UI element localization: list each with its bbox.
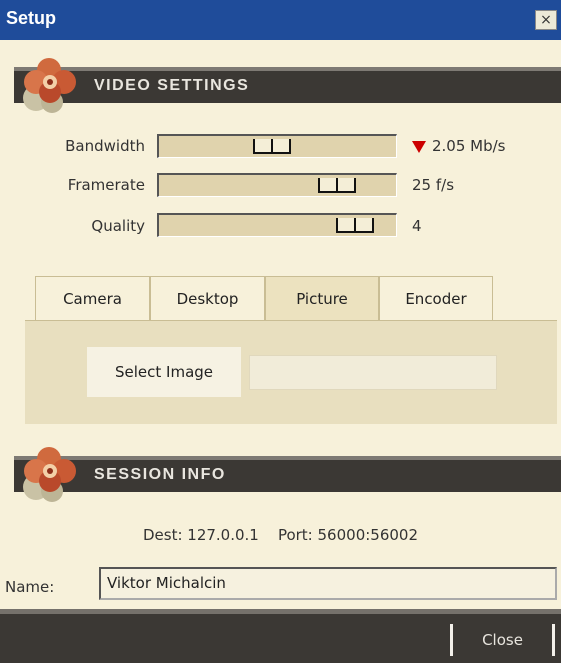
quality-value: 4 xyxy=(412,217,422,235)
bandwidth-slider-thumb[interactable] xyxy=(253,139,291,154)
bandwidth-value: 2.05 Mb/s xyxy=(412,137,506,155)
port-label: Port: xyxy=(277,526,313,544)
dest-value: 127.0.0.1 xyxy=(187,526,259,544)
select-image-button[interactable]: Select Image xyxy=(87,347,241,397)
video-settings-header: VIDEO SETTINGS xyxy=(14,67,561,103)
footer-bar: Close xyxy=(0,609,561,663)
bandwidth-slider[interactable] xyxy=(157,134,397,158)
image-path-field[interactable] xyxy=(249,355,497,390)
bandwidth-value-text: 2.05 Mb/s xyxy=(432,137,506,155)
session-connection-info: Dest: 127.0.0.1 Port: 56000:56002 xyxy=(0,526,561,544)
tab-picture[interactable]: Picture xyxy=(265,276,379,324)
port-value: 56000:56002 xyxy=(317,526,419,544)
down-arrow-icon xyxy=(412,140,426,153)
name-input[interactable]: Viktor Michalcin xyxy=(99,567,557,600)
flower-logo-icon xyxy=(23,58,76,113)
tab-encoder[interactable]: Encoder xyxy=(379,276,493,322)
framerate-value: 25 f/s xyxy=(412,176,455,194)
title-bar: Setup × xyxy=(0,0,561,40)
quality-slider[interactable] xyxy=(157,213,397,237)
framerate-slider-thumb[interactable] xyxy=(318,178,356,193)
session-info-title: SESSION INFO xyxy=(94,466,226,483)
quality-slider-thumb[interactable] xyxy=(336,218,374,233)
tab-camera[interactable]: Camera xyxy=(35,276,150,322)
window-title: Setup xyxy=(6,8,57,28)
name-label: Name: xyxy=(5,578,55,596)
framerate-slider[interactable] xyxy=(157,173,397,197)
flower-logo-icon xyxy=(23,447,76,502)
video-settings-title: VIDEO SETTINGS xyxy=(94,77,250,94)
session-info-header: SESSION INFO xyxy=(14,456,561,492)
bandwidth-label: Bandwidth xyxy=(65,137,145,155)
window-close-icon[interactable]: × xyxy=(535,10,557,30)
tab-desktop[interactable]: Desktop xyxy=(150,276,265,322)
quality-label: Quality xyxy=(91,217,145,235)
close-button[interactable]: Close xyxy=(450,624,555,656)
dest-label: Dest: xyxy=(142,526,183,544)
framerate-label: Framerate xyxy=(67,176,145,194)
picture-tab-panel: Select Image xyxy=(25,320,557,424)
